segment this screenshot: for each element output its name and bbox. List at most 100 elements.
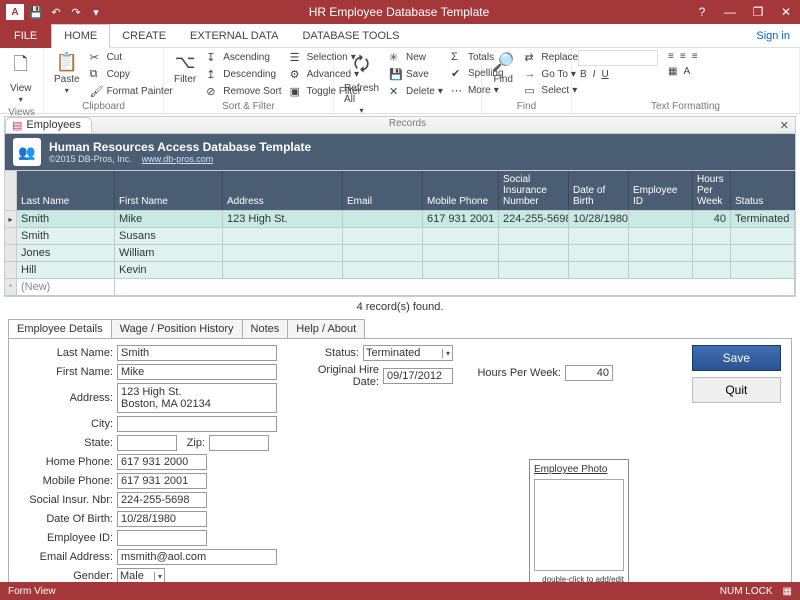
detail-pane: Last Name:Smith First Name:Mike Address:… — [8, 338, 792, 596]
col-lastname[interactable]: Last Name — [17, 171, 115, 210]
title-bar: A 💾 ↶ ↷ ▾ HR Employee Database Template … — [0, 0, 800, 24]
records-found: 4 record(s) found. — [0, 297, 800, 317]
subtab-notes[interactable]: Notes — [242, 319, 289, 338]
spelling-icon: ✔ — [451, 67, 465, 80]
format-painter-button[interactable]: 🖌Format Painter — [88, 84, 175, 99]
group-textfmt-label: Text Formatting — [578, 100, 793, 113]
align-center-icon[interactable]: ≡ — [680, 51, 686, 62]
align-left-icon[interactable]: ≡ — [668, 51, 674, 62]
sort-desc-icon: ↥ — [206, 68, 220, 81]
hire-date-field[interactable]: 09/17/2012 — [383, 368, 453, 384]
close-tab-icon[interactable]: ✕ — [774, 119, 795, 132]
last-name-field[interactable]: Smith — [117, 345, 277, 361]
minimize-icon[interactable]: — — [716, 0, 744, 24]
fill-color-icon[interactable]: ▦ — [668, 66, 677, 77]
quit-button[interactable]: Quit — [692, 377, 781, 403]
employee-photo-box: Employee Photo double-click to add/edit — [529, 459, 629, 589]
subtab-details[interactable]: Employee Details — [8, 319, 112, 338]
col-dob[interactable]: Date of Birth — [569, 171, 629, 210]
col-hpw[interactable]: Hours Per Week — [693, 171, 731, 210]
qat-customize-icon[interactable]: ▾ — [88, 4, 104, 20]
table-row[interactable]: ▸SmithMike123 High St.617 931 2001224-25… — [5, 211, 795, 228]
col-eid[interactable]: Employee ID — [629, 171, 693, 210]
new-record-button[interactable]: ✳New — [387, 50, 445, 65]
paste-button[interactable]: 📋Paste▾ — [50, 50, 84, 97]
table-row[interactable]: JonesWilliam — [5, 245, 795, 262]
align-right-icon[interactable]: ≡ — [692, 51, 698, 62]
tab-file[interactable]: FILE — [0, 24, 51, 48]
tab-external-data[interactable]: EXTERNAL DATA — [178, 24, 290, 48]
bold-button[interactable]: B — [580, 69, 587, 80]
sign-in-link[interactable]: Sign in — [746, 26, 800, 46]
tab-home[interactable]: HOME — [51, 24, 110, 48]
subtab-wage[interactable]: Wage / Position History — [111, 319, 243, 338]
new-row[interactable]: *(New) — [5, 279, 795, 296]
form-icon: ▤ — [12, 119, 22, 132]
view-shortcut-icon[interactable]: ▦ — [783, 586, 792, 597]
replace-icon: ⇄ — [524, 51, 538, 64]
home-phone-field[interactable]: 617 931 2000 — [117, 454, 207, 470]
hpw-field[interactable]: 40 — [565, 365, 613, 381]
ribbon-tabs: FILE HOME CREATE EXTERNAL DATA DATABASE … — [0, 24, 800, 48]
dob-field[interactable]: 10/28/1980 — [117, 511, 207, 527]
photo-placeholder[interactable] — [534, 479, 624, 571]
mobile-phone-field[interactable]: 617 931 2001 — [117, 473, 207, 489]
advanced-icon: ⚙ — [290, 68, 304, 81]
italic-button[interactable]: I — [593, 69, 596, 80]
first-name-field[interactable]: Mike — [117, 364, 277, 380]
address-field[interactable]: 123 High St. Boston, MA 02134 — [117, 383, 277, 413]
ascending-button[interactable]: ↧Ascending — [204, 50, 283, 65]
tab-database-tools[interactable]: DATABASE TOOLS — [290, 24, 411, 48]
refresh-all-button[interactable]: 🗘Refresh All▾ — [340, 50, 383, 117]
qat-redo-icon[interactable]: ↷ — [68, 4, 84, 20]
table-row[interactable]: HillKevin — [5, 262, 795, 279]
delete-record-button[interactable]: ✕Delete ▾ — [387, 84, 445, 99]
select-icon: ▭ — [524, 84, 538, 97]
subtab-help[interactable]: Help / About — [287, 319, 365, 338]
eid-field[interactable] — [117, 530, 207, 546]
banner-link[interactable]: www.db-pros.com — [142, 154, 214, 164]
sin-field[interactable]: 224-255-5698 — [117, 492, 207, 508]
totals-icon: Σ — [451, 51, 465, 63]
col-mobile[interactable]: Mobile Phone — [423, 171, 499, 210]
new-icon: ✳ — [389, 51, 403, 64]
qat-save-icon[interactable]: 💾 — [28, 4, 44, 20]
email-field[interactable]: msmith@aol.com — [117, 549, 277, 565]
table-row[interactable]: SmithSusans — [5, 228, 795, 245]
city-field[interactable] — [117, 416, 277, 432]
view-icon: 🗋 — [14, 52, 28, 82]
state-field[interactable] — [117, 435, 177, 451]
font-color-icon[interactable]: A — [683, 66, 690, 77]
copy-icon: ⧉ — [90, 68, 104, 81]
view-button[interactable]: 🗋View▾ — [6, 50, 36, 106]
descending-button[interactable]: ↥Descending — [204, 67, 283, 82]
status-select[interactable]: Terminated▾ — [363, 345, 453, 361]
col-status[interactable]: Status — [731, 171, 795, 210]
form-banner: 👥 Human Resources Access Database Templa… — [4, 134, 796, 171]
col-address[interactable]: Address — [223, 171, 343, 210]
help-icon[interactable]: ? — [688, 0, 716, 24]
col-firstname[interactable]: First Name — [115, 171, 223, 210]
save-record-button[interactable]: 💾Save — [387, 67, 445, 82]
status-left: Form View — [8, 586, 56, 597]
chevron-down-icon: ▾ — [442, 349, 450, 358]
qat-undo-icon[interactable]: ↶ — [48, 4, 64, 20]
col-sin[interactable]: Social Insurance Number — [499, 171, 569, 210]
zip-field[interactable] — [209, 435, 269, 451]
filter-button[interactable]: ⌥Filter — [170, 50, 200, 87]
underline-button[interactable]: U — [601, 69, 608, 80]
painter-icon: 🖌 — [90, 85, 104, 98]
close-icon[interactable]: ✕ — [772, 0, 800, 24]
restore-icon[interactable]: ❐ — [744, 0, 772, 24]
tab-create[interactable]: CREATE — [110, 24, 178, 48]
copy-button[interactable]: ⧉Copy — [88, 67, 175, 82]
col-email[interactable]: Email — [343, 171, 423, 210]
paste-icon: 📋 — [56, 52, 78, 73]
find-button[interactable]: 🔎Find — [488, 50, 518, 87]
sort-asc-icon: ↧ — [206, 51, 220, 64]
more-icon: ⋯ — [451, 84, 465, 97]
save-button[interactable]: Save — [692, 345, 781, 371]
goto-icon: → — [524, 68, 538, 80]
remove-sort-button[interactable]: ⊘Remove Sort — [204, 84, 283, 99]
cut-button[interactable]: ✂Cut — [88, 50, 175, 65]
